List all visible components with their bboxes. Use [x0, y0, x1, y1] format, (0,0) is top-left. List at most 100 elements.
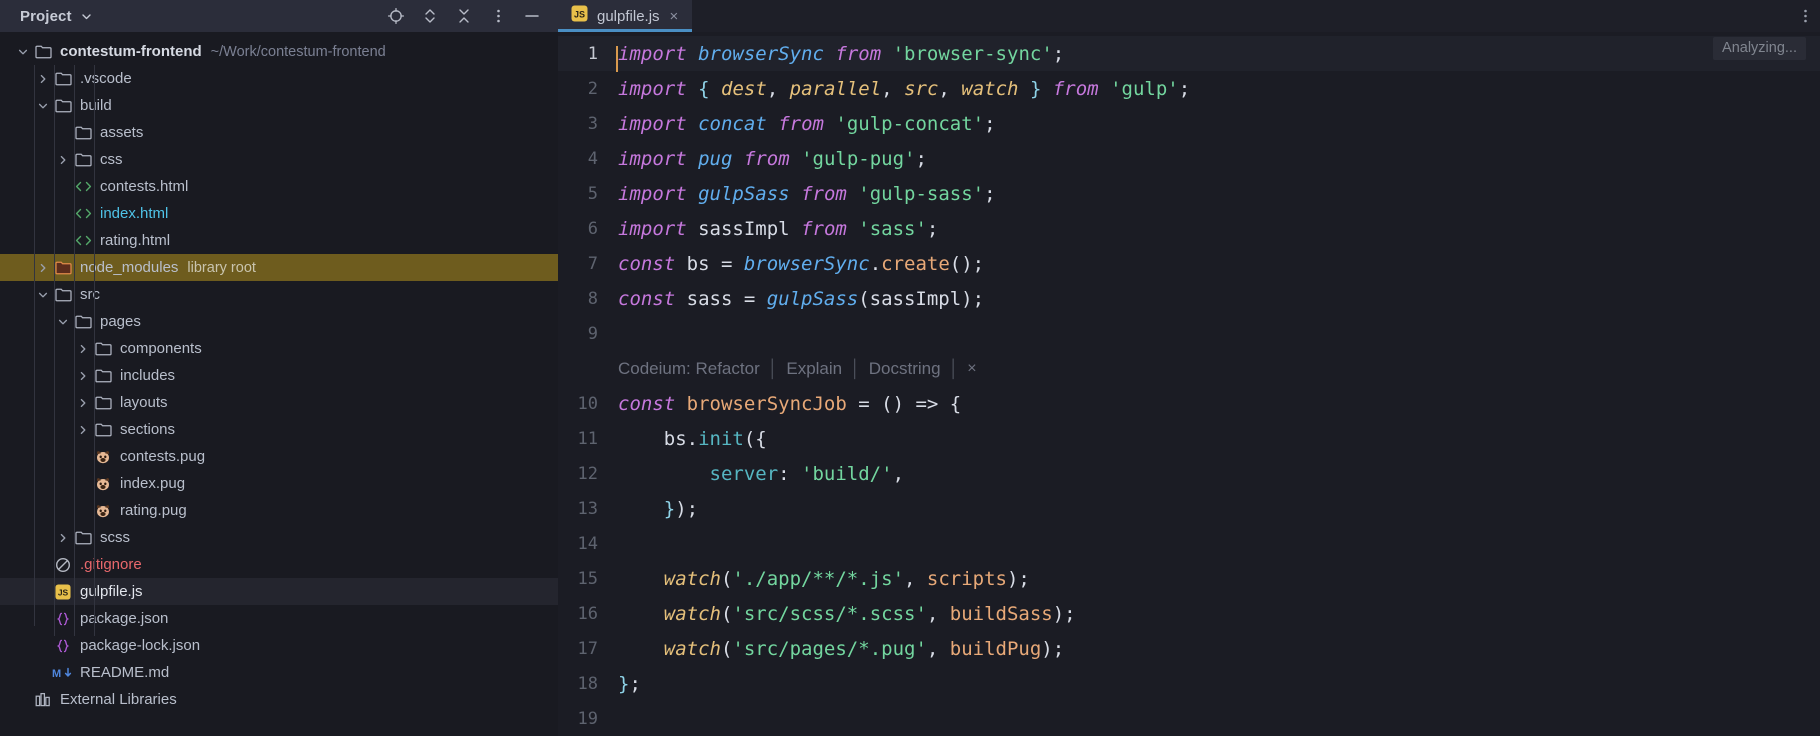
chevron-right-icon[interactable] [74, 389, 92, 416]
tab-gulpfile-js[interactable]: JS gulpfile.js × [558, 0, 693, 32]
chevron-down-icon[interactable] [54, 308, 72, 335]
code-token: ; [926, 217, 939, 240]
code-line[interactable]: 6 import sassImpl from 'sass'; [558, 211, 1820, 246]
project-tree: contestum-frontend ~/Work/contestum-front… [0, 32, 558, 736]
tree-item-gulpfile-js[interactable]: JS gulpfile.js [0, 578, 558, 605]
tree-item-index-html[interactable]: index.html [0, 200, 558, 227]
tree-item-label: sections [120, 421, 176, 438]
codeium-docstring-action[interactable]: Docstring [869, 359, 941, 379]
code-token: ); [1006, 567, 1030, 590]
tree-item-label: assets [100, 124, 144, 141]
code-area[interactable]: Analyzing... 1 import browserSync from 'b… [558, 32, 1820, 736]
chevron-right-icon[interactable] [34, 65, 52, 92]
code-line[interactable]: 17 watch('src/pages/*.pug', buildPug); [558, 631, 1820, 666]
codeium-explain-action[interactable]: Explain [786, 359, 842, 379]
tree-item-rating-html[interactable]: rating.html [0, 227, 558, 254]
code-line[interactable]: 13 }); [558, 491, 1820, 526]
code-line[interactable]: 4 import pug from 'gulp-pug'; [558, 141, 1820, 176]
tree-item-rating-pug[interactable]: rating.pug [0, 497, 558, 524]
sidebar-title[interactable]: Project [20, 8, 72, 25]
codeium-refactor-action[interactable]: Codeium: Refactor [618, 359, 760, 379]
tree-item-label: css [100, 151, 123, 168]
chevron-right-icon[interactable] [54, 146, 72, 173]
code-line[interactable]: 9 [558, 316, 1820, 351]
minimize-icon[interactable] [522, 6, 542, 26]
tree-item-scss[interactable]: scss [0, 524, 558, 551]
code-line[interactable]: 11 bs.init({ [558, 421, 1820, 456]
code-line[interactable]: 10 const browserSyncJob = () => { [558, 386, 1820, 421]
editor-kebab-menu-icon[interactable] [1790, 0, 1820, 32]
code-line[interactable]: 5 import gulpSass from 'gulp-sass'; [558, 176, 1820, 211]
tree-item-external-libraries[interactable]: External Libraries [0, 686, 558, 713]
code-token: import [618, 77, 687, 100]
tree-item-label: build [80, 97, 112, 114]
code-line[interactable]: 7 const bs = browserSync.create(); [558, 246, 1820, 281]
expand-collapse-icon[interactable] [420, 6, 440, 26]
line-number: 18 [577, 673, 598, 694]
code-token: 'src/pages/*.pug' [732, 637, 927, 660]
chevron-down-icon[interactable] [14, 38, 32, 65]
tree-item-assets[interactable]: assets [0, 119, 558, 146]
tree-item-package-json[interactable]: package.json [0, 605, 558, 632]
chevron-right-icon[interactable] [74, 362, 92, 389]
code-token: from [801, 217, 847, 240]
code-line[interactable]: 2 import { dest, parallel, src, watch } f… [558, 71, 1820, 106]
code-line[interactable]: 14 [558, 526, 1820, 561]
chevron-right-icon[interactable] [74, 416, 92, 443]
tree-item-contestum-frontend[interactable]: contestum-frontend ~/Work/contestum-front… [0, 38, 558, 65]
code-line[interactable]: 12 server: 'build/', [558, 456, 1820, 491]
chevron-down-icon[interactable] [34, 281, 52, 308]
locate-icon[interactable] [386, 6, 406, 26]
code-line[interactable]: 18}; [558, 666, 1820, 701]
line-number: 3 [587, 113, 598, 134]
code-text: import pug from 'gulp-pug'; [613, 148, 927, 170]
line-number: 6 [587, 218, 598, 239]
tree-item-components[interactable]: components [0, 335, 558, 362]
ide-window: Project contestum-frontend ~/Work/contes… [0, 0, 1820, 736]
tree-item-css[interactable]: css [0, 146, 558, 173]
tree-item-label: layouts [120, 394, 168, 411]
line-number: 14 [577, 533, 598, 554]
tree-item-gitignore[interactable]: .gitignore [0, 551, 558, 578]
tree-item-node-modules[interactable]: node_modules library root [0, 254, 558, 281]
tree-item-build[interactable]: build [0, 92, 558, 119]
tree-item-src[interactable]: src [0, 281, 558, 308]
chevron-right-icon[interactable] [54, 524, 72, 551]
close-icon[interactable]: × [669, 9, 680, 24]
tree-item-vscode[interactable]: .vscode [0, 65, 558, 92]
tree-item-layouts[interactable]: layouts [0, 389, 558, 416]
tree-item-sections[interactable]: sections [0, 416, 558, 443]
folder-icon [72, 524, 94, 551]
code-text: import concat from 'gulp-concat'; [613, 113, 996, 135]
json-icon [52, 605, 74, 632]
chevron-down-icon[interactable] [80, 10, 93, 23]
tree-item-readme-md[interactable]: M README.md [0, 659, 558, 686]
chevron-down-icon[interactable] [34, 92, 52, 119]
code-line[interactable]: 8 const sass = gulpSass(sassImpl); [558, 281, 1820, 316]
code-line[interactable]: 15 watch('./app/**/*.js', scripts); [558, 561, 1820, 596]
code-line[interactable]: 3 import concat from 'gulp-concat'; [558, 106, 1820, 141]
tree-item-index-pug[interactable]: index.pug [0, 470, 558, 497]
indent-guide [54, 65, 55, 636]
code-line[interactable]: 19 [558, 701, 1820, 736]
codeium-close-icon[interactable]: × [967, 360, 976, 378]
tree-item-label: package-lock.json [80, 637, 201, 654]
svg-text:JS: JS [574, 9, 585, 19]
kebab-menu-icon[interactable] [488, 6, 508, 26]
tree-item-contests-html[interactable]: contests.html [0, 173, 558, 200]
code-line[interactable]: 1 import browserSync from 'browser-sync'; [558, 36, 1820, 72]
collapse-all-icon[interactable] [454, 6, 474, 26]
tree-item-package-lock-json[interactable]: package-lock.json [0, 632, 558, 659]
code-token: import [618, 42, 687, 65]
tree-item-contests-pug[interactable]: contests.pug [0, 443, 558, 470]
code-token: , [926, 637, 950, 660]
code-line[interactable]: 16 watch('src/scss/*.scss', buildSass); [558, 596, 1820, 631]
sidebar-header-actions [386, 6, 546, 26]
tree-item-includes[interactable]: includes [0, 362, 558, 389]
tree-item-pages[interactable]: pages [0, 308, 558, 335]
chevron-right-icon[interactable] [74, 335, 92, 362]
codeium-separator: │ [767, 358, 779, 378]
chevron-right-icon[interactable] [34, 254, 52, 281]
